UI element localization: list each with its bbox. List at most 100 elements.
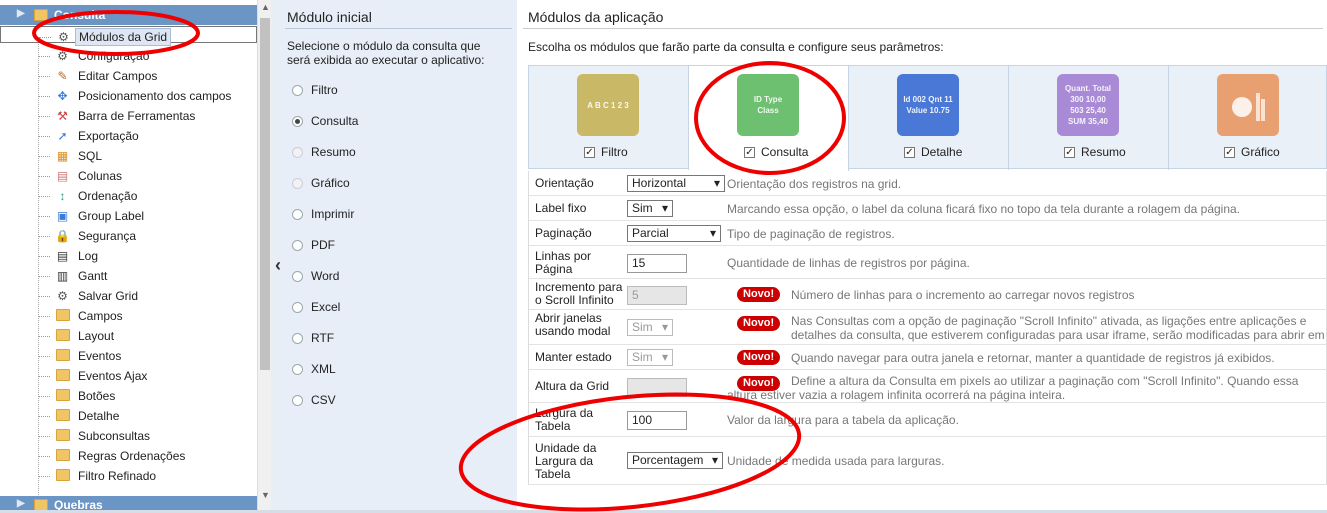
sidebar-item[interactable]: ⚒ Barra de Ferramentas (0, 106, 257, 126)
settings-row: Incremento para o Scroll Infinito 5 Novo! N… (529, 279, 1327, 310)
sidebar-item-label: Módulos da Grid (75, 28, 172, 46)
radio-option[interactable]: RTF (292, 330, 334, 346)
radio-option[interactable]: Filtro (292, 82, 338, 98)
sidebar-item[interactable]: ▦ SQL (0, 146, 257, 166)
tree-connector (38, 356, 50, 357)
sidebar-item[interactable]: 🔒 Segurança (0, 226, 257, 246)
checkbox[interactable]: ✓ (584, 146, 595, 158)
module-thumb-text: A B C 1 2 3 (587, 100, 629, 110)
sidebar-item[interactable]: ⚙ Módulos da Grid (0, 26, 257, 46)
module-tab-label: Gráfico (1241, 145, 1280, 159)
settings-grid: Orientação Horizontal ▾ Orientação dos regi… (528, 171, 1327, 485)
setting-input[interactable]: 100 (627, 411, 687, 430)
checkbox[interactable]: ✓ (904, 146, 915, 158)
setting-control[interactable]: Sim ▾ (627, 199, 673, 217)
radio-option[interactable]: CSV (292, 392, 336, 408)
sidebar-item[interactable]: Filtro Refinado (0, 466, 257, 486)
sidebar-item[interactable]: ✎ Editar Campos (0, 66, 257, 86)
sidebar-item[interactable]: ▤ Colunas (0, 166, 257, 186)
expand-arrow-icon[interactable]: ▶ (17, 498, 25, 509)
setting-control[interactable]: 15 (627, 253, 687, 273)
radio-option[interactable]: Imprimir (292, 206, 354, 222)
expand-arrow-icon[interactable]: ▶ (17, 8, 25, 19)
sidebar-item[interactable]: ▣ Group Label (0, 206, 257, 226)
log-icon: ▤ (56, 249, 69, 263)
module-tab[interactable]: A B C 1 2 3 ✓ Filtro (529, 66, 689, 170)
radio-button[interactable] (292, 394, 303, 406)
setting-control: Sim ▾ (627, 348, 673, 366)
module-checkbox[interactable]: ✓ Filtro (584, 145, 628, 159)
sidebar-item[interactable]: Layout (0, 326, 257, 346)
radio-option[interactable]: XML (292, 361, 336, 377)
setting-hint: altura estiver vazia a rolagem infinita … (727, 388, 1066, 402)
settings-row: Linhas por Página 15 Quantidade de linhas … (529, 246, 1327, 279)
sidebar-item[interactable]: ➚ Exportação (0, 126, 257, 146)
sidebar-item[interactable]: Detalhe (0, 406, 257, 426)
radio-button[interactable] (292, 115, 303, 127)
sidebar-item[interactable]: Campos (0, 306, 257, 326)
sidebar-item[interactable]: ↕ Ordenação (0, 186, 257, 206)
setting-input[interactable]: 15 (627, 253, 687, 273)
radio-option[interactable]: Consulta (292, 113, 358, 129)
tree-root-consulta[interactable]: ▶ Consulta (0, 5, 257, 25)
folder-icon (55, 309, 70, 323)
sidebar-item[interactable]: Botões (0, 386, 257, 406)
setting-hint: detalhes da consulta, que estiverem conf… (791, 328, 1327, 342)
radio-button[interactable] (292, 301, 303, 313)
radio-option[interactable]: PDF (292, 237, 335, 253)
radio-button[interactable] (292, 208, 303, 220)
module-checkbox[interactable]: ✓ Consulta (744, 145, 808, 159)
radio-button[interactable] (292, 363, 303, 375)
detail-module-icon: Id 002 Qnt 11 Value 10.75 (897, 74, 959, 136)
module-tab[interactable]: Quant. Total 300 10,00 503 25,40 SUM 35,… (1009, 66, 1169, 170)
checkbox[interactable]: ✓ (744, 146, 755, 158)
sidebar-item[interactable]: Eventos Ajax (0, 366, 257, 386)
radio-label: Imprimir (311, 207, 355, 221)
setting-control[interactable]: Parcial ▾ (627, 224, 721, 242)
module-checkbox[interactable]: ✓ Detalhe (904, 145, 962, 159)
module-checkbox[interactable]: ✓ Resumo (1064, 145, 1126, 159)
folder-icon (55, 449, 70, 463)
setting-control[interactable]: 100 (627, 411, 687, 430)
sidebar-item[interactable]: ✥ Posicionamento dos campos (0, 86, 257, 106)
module-checkbox[interactable]: ✓ Gráfico (1224, 145, 1280, 159)
sidebar-scrollbar[interactable]: ▲ ▼ (257, 0, 271, 513)
radio-option: Gráfico (292, 175, 350, 191)
setting-control[interactable]: Porcentagem ▾ (627, 452, 723, 469)
setting-select[interactable]: Porcentagem ▾ (627, 452, 723, 469)
chevron-down-icon: ▾ (711, 453, 718, 467)
setting-control[interactable]: Horizontal ▾ (627, 174, 725, 192)
sidebar-item[interactable]: ⚙ Salvar Grid (0, 286, 257, 306)
module-tab[interactable]: ✓ Gráfico (1169, 66, 1327, 170)
sidebar-item[interactable]: Subconsultas (0, 426, 257, 446)
setting-select[interactable]: Horizontal ▾ (627, 174, 725, 192)
radio-option[interactable]: Excel (292, 299, 340, 315)
scrollbar-thumb[interactable] (260, 18, 270, 370)
sidebar-item[interactable]: Regras Ordenações (0, 446, 257, 466)
sidebar-item[interactable]: Eventos (0, 346, 257, 366)
setting-select[interactable]: Sim ▾ (627, 199, 673, 217)
tree-connector (38, 136, 50, 137)
module-tab[interactable]: ID Type Class ✓ Consulta (689, 66, 849, 171)
checkbox[interactable]: ✓ (1064, 146, 1075, 158)
radio-button[interactable] (292, 84, 303, 96)
sidebar-item[interactable]: ▥ Gantt (0, 266, 257, 286)
radio-button[interactable] (292, 270, 303, 282)
module-tab[interactable]: Id 002 Qnt 11 Value 10.75 ✓ Detalhe (849, 66, 1009, 170)
setting-select[interactable]: Parcial ▾ (627, 224, 721, 242)
app-modules-description: Escolha os módulos que farão parte da co… (528, 40, 944, 54)
radio-button[interactable] (292, 239, 303, 251)
setting-control: Sim ▾ (627, 318, 673, 336)
scroll-down-icon[interactable]: ▼ (261, 490, 270, 500)
select-value: Sim (632, 349, 653, 364)
scroll-up-icon[interactable]: ▲ (261, 2, 270, 12)
sidebar-item[interactable]: ⚙ Configuração (0, 46, 257, 66)
checkbox[interactable]: ✓ (1224, 146, 1235, 158)
sidebar-item-label: Eventos (78, 349, 122, 363)
radio-button[interactable] (292, 332, 303, 344)
select-value: Horizontal (632, 175, 687, 190)
radio-option[interactable]: Word (292, 268, 339, 284)
sidebar-item[interactable]: ▤ Log (0, 246, 257, 266)
radio-label: Word (311, 269, 340, 283)
new-badge: Novo! (737, 287, 781, 302)
